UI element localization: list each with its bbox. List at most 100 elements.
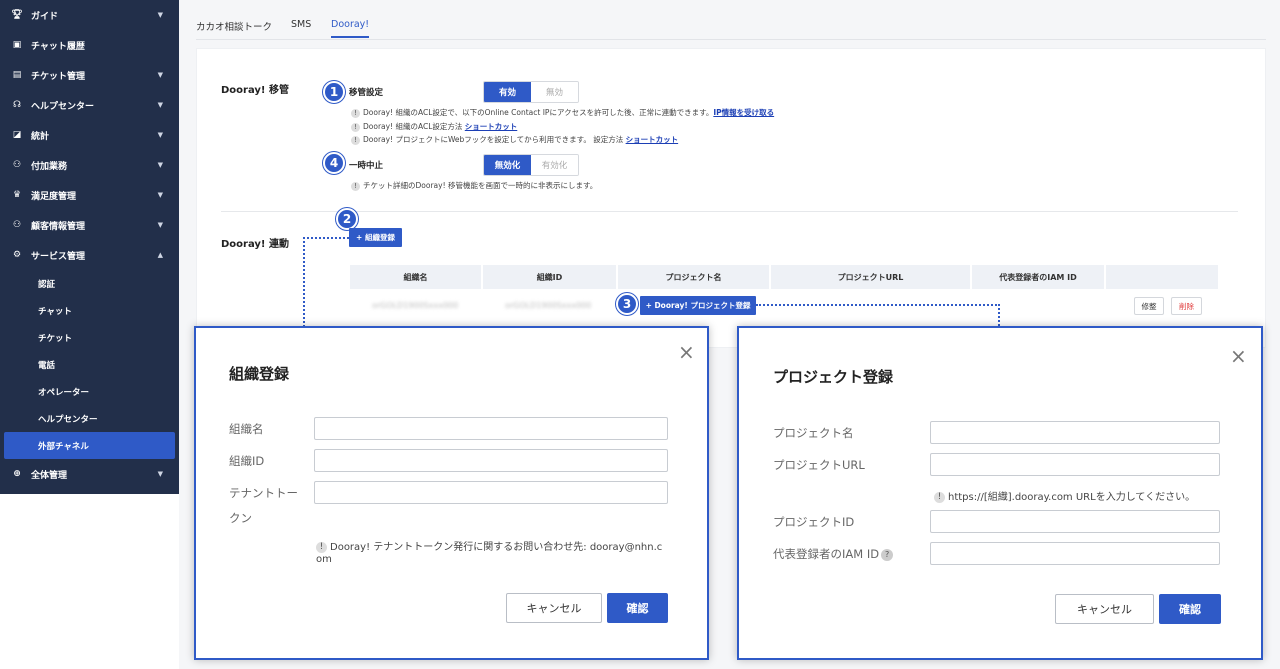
modal-title: 組織登録 <box>229 365 290 383</box>
chevron-down-icon: ▼ <box>157 101 163 109</box>
channel-tabs: カカオ相談トーク SMS Dooray! <box>196 14 1266 40</box>
tenant-token-label-cont: クン <box>229 511 252 525</box>
pause-label: 一時中止 <box>349 161 384 171</box>
sidebar-item-guide[interactable]: 🏆︎ ガイド ▼ <box>0 0 179 30</box>
confirm-button[interactable]: 確認 <box>1159 594 1221 624</box>
step-badge-1: 1 <box>323 81 345 103</box>
edit-button[interactable]: 修整 <box>1134 297 1164 315</box>
delete-button[interactable]: 削除 <box>1171 297 1202 315</box>
sidebar-item-satisfaction[interactable]: ♛ 満足度管理 ▼ <box>0 180 179 210</box>
sidebar-subitem-help-center[interactable]: ヘルプセンター <box>0 405 179 432</box>
cancel-button[interactable]: キャンセル <box>506 593 602 623</box>
step-badge-4: 4 <box>323 152 345 174</box>
info-icon: ! <box>351 135 360 145</box>
sidebar-subitem-phone[interactable]: 電話 <box>0 351 179 378</box>
sidebar-item-overall-management[interactable]: ⊕ 全体管理 ▼ <box>0 459 179 489</box>
headset-icon: ☊ <box>13 100 21 110</box>
project-register-modal: × プロジェクト登録 プロジェクト名 プロジェクトURL ! https://[組… <box>737 326 1263 660</box>
project-name-label: プロジェクト名 <box>773 426 854 440</box>
chevron-down-icon: ▼ <box>157 191 163 199</box>
acl-shortcut-link[interactable]: ショートカット <box>465 122 518 131</box>
toggle-disabled-option[interactable]: 無効 <box>531 82 578 102</box>
column-header: 組織ID <box>483 265 618 289</box>
sidebar-subitem-auth[interactable]: 認証 <box>0 270 179 297</box>
confirm-button[interactable]: 確認 <box>607 593 668 623</box>
cancel-button[interactable]: キャンセル <box>1055 594 1154 624</box>
acl-method-note: ! Dooray! 組織のACL設定方法 ショートカット <box>351 121 517 132</box>
org-name-cell: orGOLD1900Sxxx000 <box>372 301 459 310</box>
chart-icon: ◪ <box>12 130 22 140</box>
ticket-icon: ▤ <box>12 70 22 80</box>
sidebar-subitem-ticket[interactable]: チケット <box>0 324 179 351</box>
section-title-transfer: Dooray! 移管 <box>221 85 289 96</box>
sidebar-item-label: 付加業務 <box>31 161 68 172</box>
step-badge-3: 3 <box>616 293 638 315</box>
tab-dooray[interactable]: Dooray! <box>331 19 370 38</box>
sidebar-item-additional-work[interactable]: ⚇ 付加業務 ▼ <box>0 150 179 180</box>
info-icon: ! <box>351 122 360 132</box>
step-badge-2: 2 <box>336 208 358 230</box>
sidebar-item-help-center[interactable]: ☊ ヘルプセンター ▼ <box>0 90 179 120</box>
chevron-down-icon: ▼ <box>157 221 163 229</box>
org-name-label: 組織名 <box>229 422 264 436</box>
info-icon: ! <box>351 181 360 191</box>
tenant-token-input[interactable] <box>314 481 668 504</box>
section-title-link: Dooray! 連動 <box>221 239 289 250</box>
ip-info-link[interactable]: IP情報を受け取る <box>713 108 774 117</box>
transfer-toggle: 有効 無効 <box>483 81 579 103</box>
project-id-input[interactable] <box>930 510 1220 533</box>
project-name-input[interactable] <box>930 421 1220 444</box>
toggle-enable-option[interactable]: 有効化 <box>531 155 578 175</box>
webhook-shortcut-link[interactable]: ショートカット <box>626 135 679 144</box>
sidebar-item-label: 顧客情報管理 <box>31 221 86 232</box>
chevron-down-icon: ▼ <box>157 131 163 139</box>
sidebar-subitem-external-channel[interactable]: 外部チャネル <box>4 432 175 459</box>
tab-sms[interactable]: SMS <box>291 19 311 30</box>
token-contact-text: Dooray! テナントトークン発行に関するお問い合わせ先: dooray@nh… <box>330 542 663 553</box>
sidebar-item-label: 満足度管理 <box>31 191 77 202</box>
connector-org <box>303 237 349 327</box>
project-url-label: プロジェクトURL <box>773 458 865 472</box>
project-url-input[interactable] <box>930 453 1220 476</box>
sidebar-item-customer-info[interactable]: ⚇ 顧客情報管理 ▼ <box>0 210 179 240</box>
sidebar-subitem-chat[interactable]: チャット <box>0 297 179 324</box>
acl-method-text: Dooray! 組織のACL設定方法 <box>363 122 463 131</box>
column-header <box>1106 265 1218 289</box>
iam-id-input[interactable] <box>930 542 1220 565</box>
column-header: プロジェクトURL <box>771 265 972 289</box>
sidebar-item-label: ガイド <box>31 11 59 22</box>
sidebar-item-label: サービス管理 <box>31 251 86 262</box>
sidebar-item-label: 統計 <box>31 131 50 142</box>
column-header: 組織名 <box>350 265 483 289</box>
iam-id-label-text: 代表登録者のIAM ID <box>773 547 880 561</box>
chevron-down-icon: ▼ <box>157 470 163 478</box>
section-divider <box>221 211 1238 212</box>
person-icon: ⚇ <box>12 160 22 170</box>
token-contact-note: ! Dooray! テナントトークン発行に関するお問い合わせ先: dooray@n… <box>316 538 662 553</box>
sidebar-item-statistics[interactable]: ◪ 統計 ▼ <box>0 120 179 150</box>
info-icon: ! <box>351 108 360 118</box>
help-icon[interactable]: ? <box>881 548 894 561</box>
toggle-disable-option[interactable]: 無効化 <box>484 155 531 175</box>
org-id-input[interactable] <box>314 449 668 472</box>
sidebar-item-ticket-management[interactable]: ▤ チケット管理 ▼ <box>0 60 179 90</box>
add-project-button[interactable]: + Dooray! プロジェクト登録 <box>640 296 756 315</box>
trophy-icon: 🏆︎ <box>11 10 23 20</box>
org-name-input[interactable] <box>314 417 668 440</box>
toggle-enabled-option[interactable]: 有効 <box>484 82 531 102</box>
tab-kakao[interactable]: カカオ相談トーク <box>196 19 272 33</box>
pause-note: ! チケット詳細のDooray! 移管機能を画面で一時的に非表示にします。 <box>351 180 597 191</box>
token-contact-note-cont: om <box>316 554 332 565</box>
sidebar-item-service-management[interactable]: ⚙ サービス管理 ▲ <box>0 240 179 270</box>
add-org-button[interactable]: + 組織登録 <box>349 228 402 247</box>
column-header: プロジェクト名 <box>618 265 771 289</box>
sidebar-subitem-operator[interactable]: オペレーター <box>0 378 179 405</box>
sidebar-item-label: ヘルプセンター <box>31 101 95 112</box>
gear-icon: ⚙ <box>12 250 22 260</box>
project-id-label: プロジェクトID <box>773 515 855 529</box>
transfer-setting-label: 移管設定 <box>349 88 384 98</box>
pause-note-text: チケット詳細のDooray! 移管機能を画面で一時的に非表示にします。 <box>363 181 598 190</box>
close-icon[interactable]: × <box>678 340 695 364</box>
sidebar-item-chat-history[interactable]: ▣ チャット履歴 <box>0 30 179 60</box>
close-icon[interactable]: × <box>1230 344 1247 368</box>
